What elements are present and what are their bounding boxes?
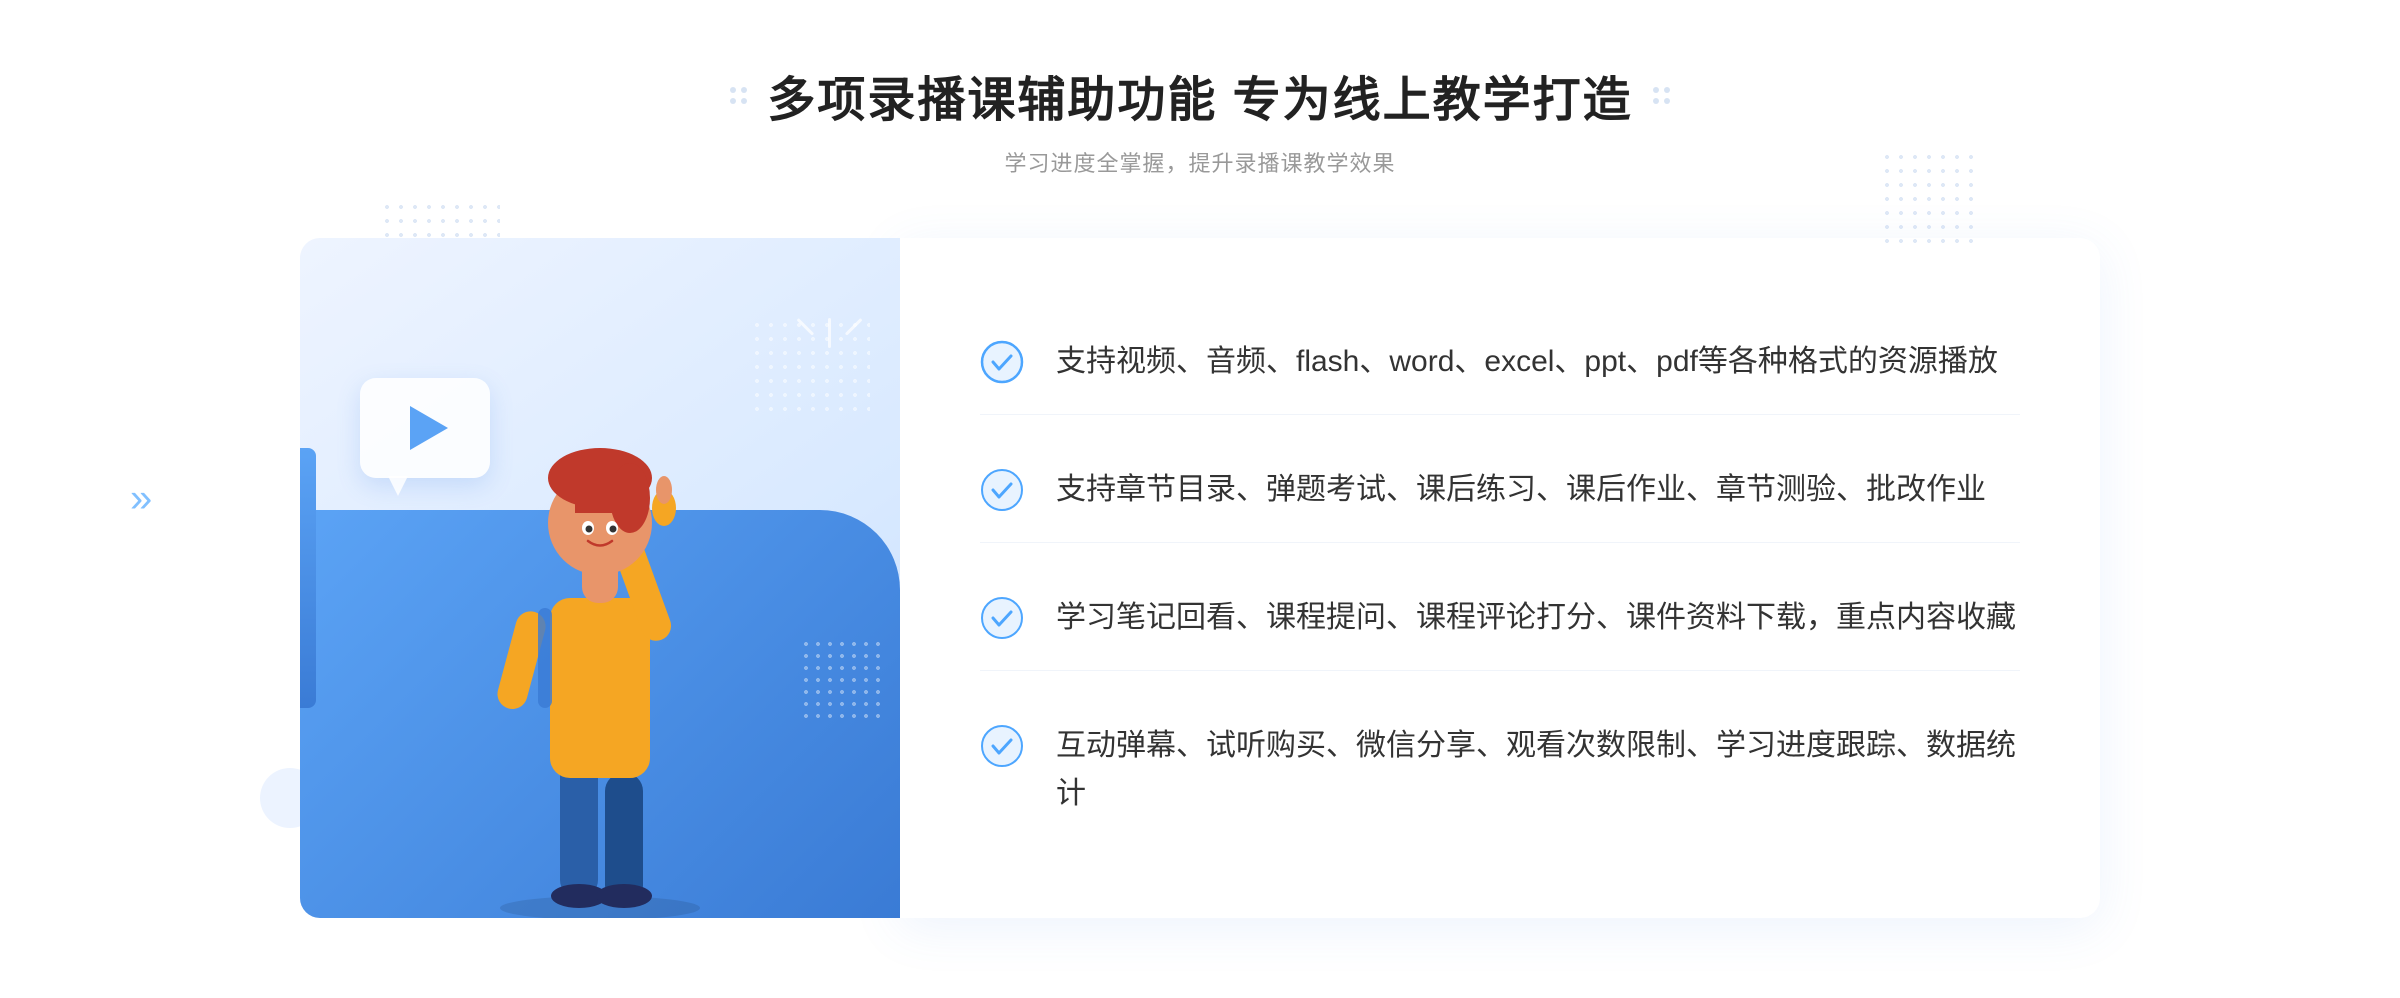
title-dots-left <box>730 87 747 104</box>
feature-item-2: 支持章节目录、弹题考试、课后练习、课后作业、章节测验、批改作业 <box>980 438 2020 543</box>
page-header: 多项录播课辅助功能 专为线上教学打造 学习进度全掌握，提升录播课教学效果 <box>0 60 2400 178</box>
check-icon-3 <box>980 596 1024 640</box>
title-dots-right <box>1653 87 1670 104</box>
person-illustration <box>430 378 770 918</box>
arrow-decoration-left: » <box>130 477 152 522</box>
dots-decoration-right <box>1880 150 1980 250</box>
feature-item-4: 互动弹幕、试听购买、微信分享、观看次数限制、学习进度跟踪、数据统计 <box>980 694 2020 846</box>
check-icon-4 <box>980 724 1024 768</box>
illustration-panel <box>300 238 900 918</box>
page-wrapper: » 多项录播课辅助功能 专为线上教学打造 <box>0 0 2400 998</box>
blue-bar <box>300 448 316 708</box>
feature-text-1: 支持视频、音频、flash、word、excel、ppt、pdf等各种格式的资源… <box>1056 338 1998 386</box>
dot-grid-2 <box>800 638 880 718</box>
check-icon-2 <box>980 468 1024 512</box>
check-icon-1 <box>980 340 1024 384</box>
feature-text-4: 互动弹幕、试听购买、微信分享、观看次数限制、学习进度跟踪、数据统计 <box>1056 722 2020 818</box>
sub-title: 学习进度全掌握，提升录播课教学效果 <box>0 146 2400 178</box>
title-row: 多项录播课辅助功能 专为线上教学打造 <box>0 60 2400 130</box>
feature-item-3: 学习笔记回看、课程提问、课程评论打分、课件资料下载，重点内容收藏 <box>980 566 2020 671</box>
feature-text-2: 支持章节目录、弹题考试、课后练习、课后作业、章节测验、批改作业 <box>1056 466 1986 514</box>
content-area: 支持视频、音频、flash、word、excel、ppt、pdf等各种格式的资源… <box>300 238 2100 918</box>
main-title: 多项录播课辅助功能 专为线上教学打造 <box>767 60 1632 130</box>
feature-item-1: 支持视频、音频、flash、word、excel、ppt、pdf等各种格式的资源… <box>980 310 2020 415</box>
feature-text-3: 学习笔记回看、课程提问、课程评论打分、课件资料下载，重点内容收藏 <box>1056 594 2016 642</box>
content-panel: 支持视频、音频、flash、word、excel、ppt、pdf等各种格式的资源… <box>900 238 2100 918</box>
